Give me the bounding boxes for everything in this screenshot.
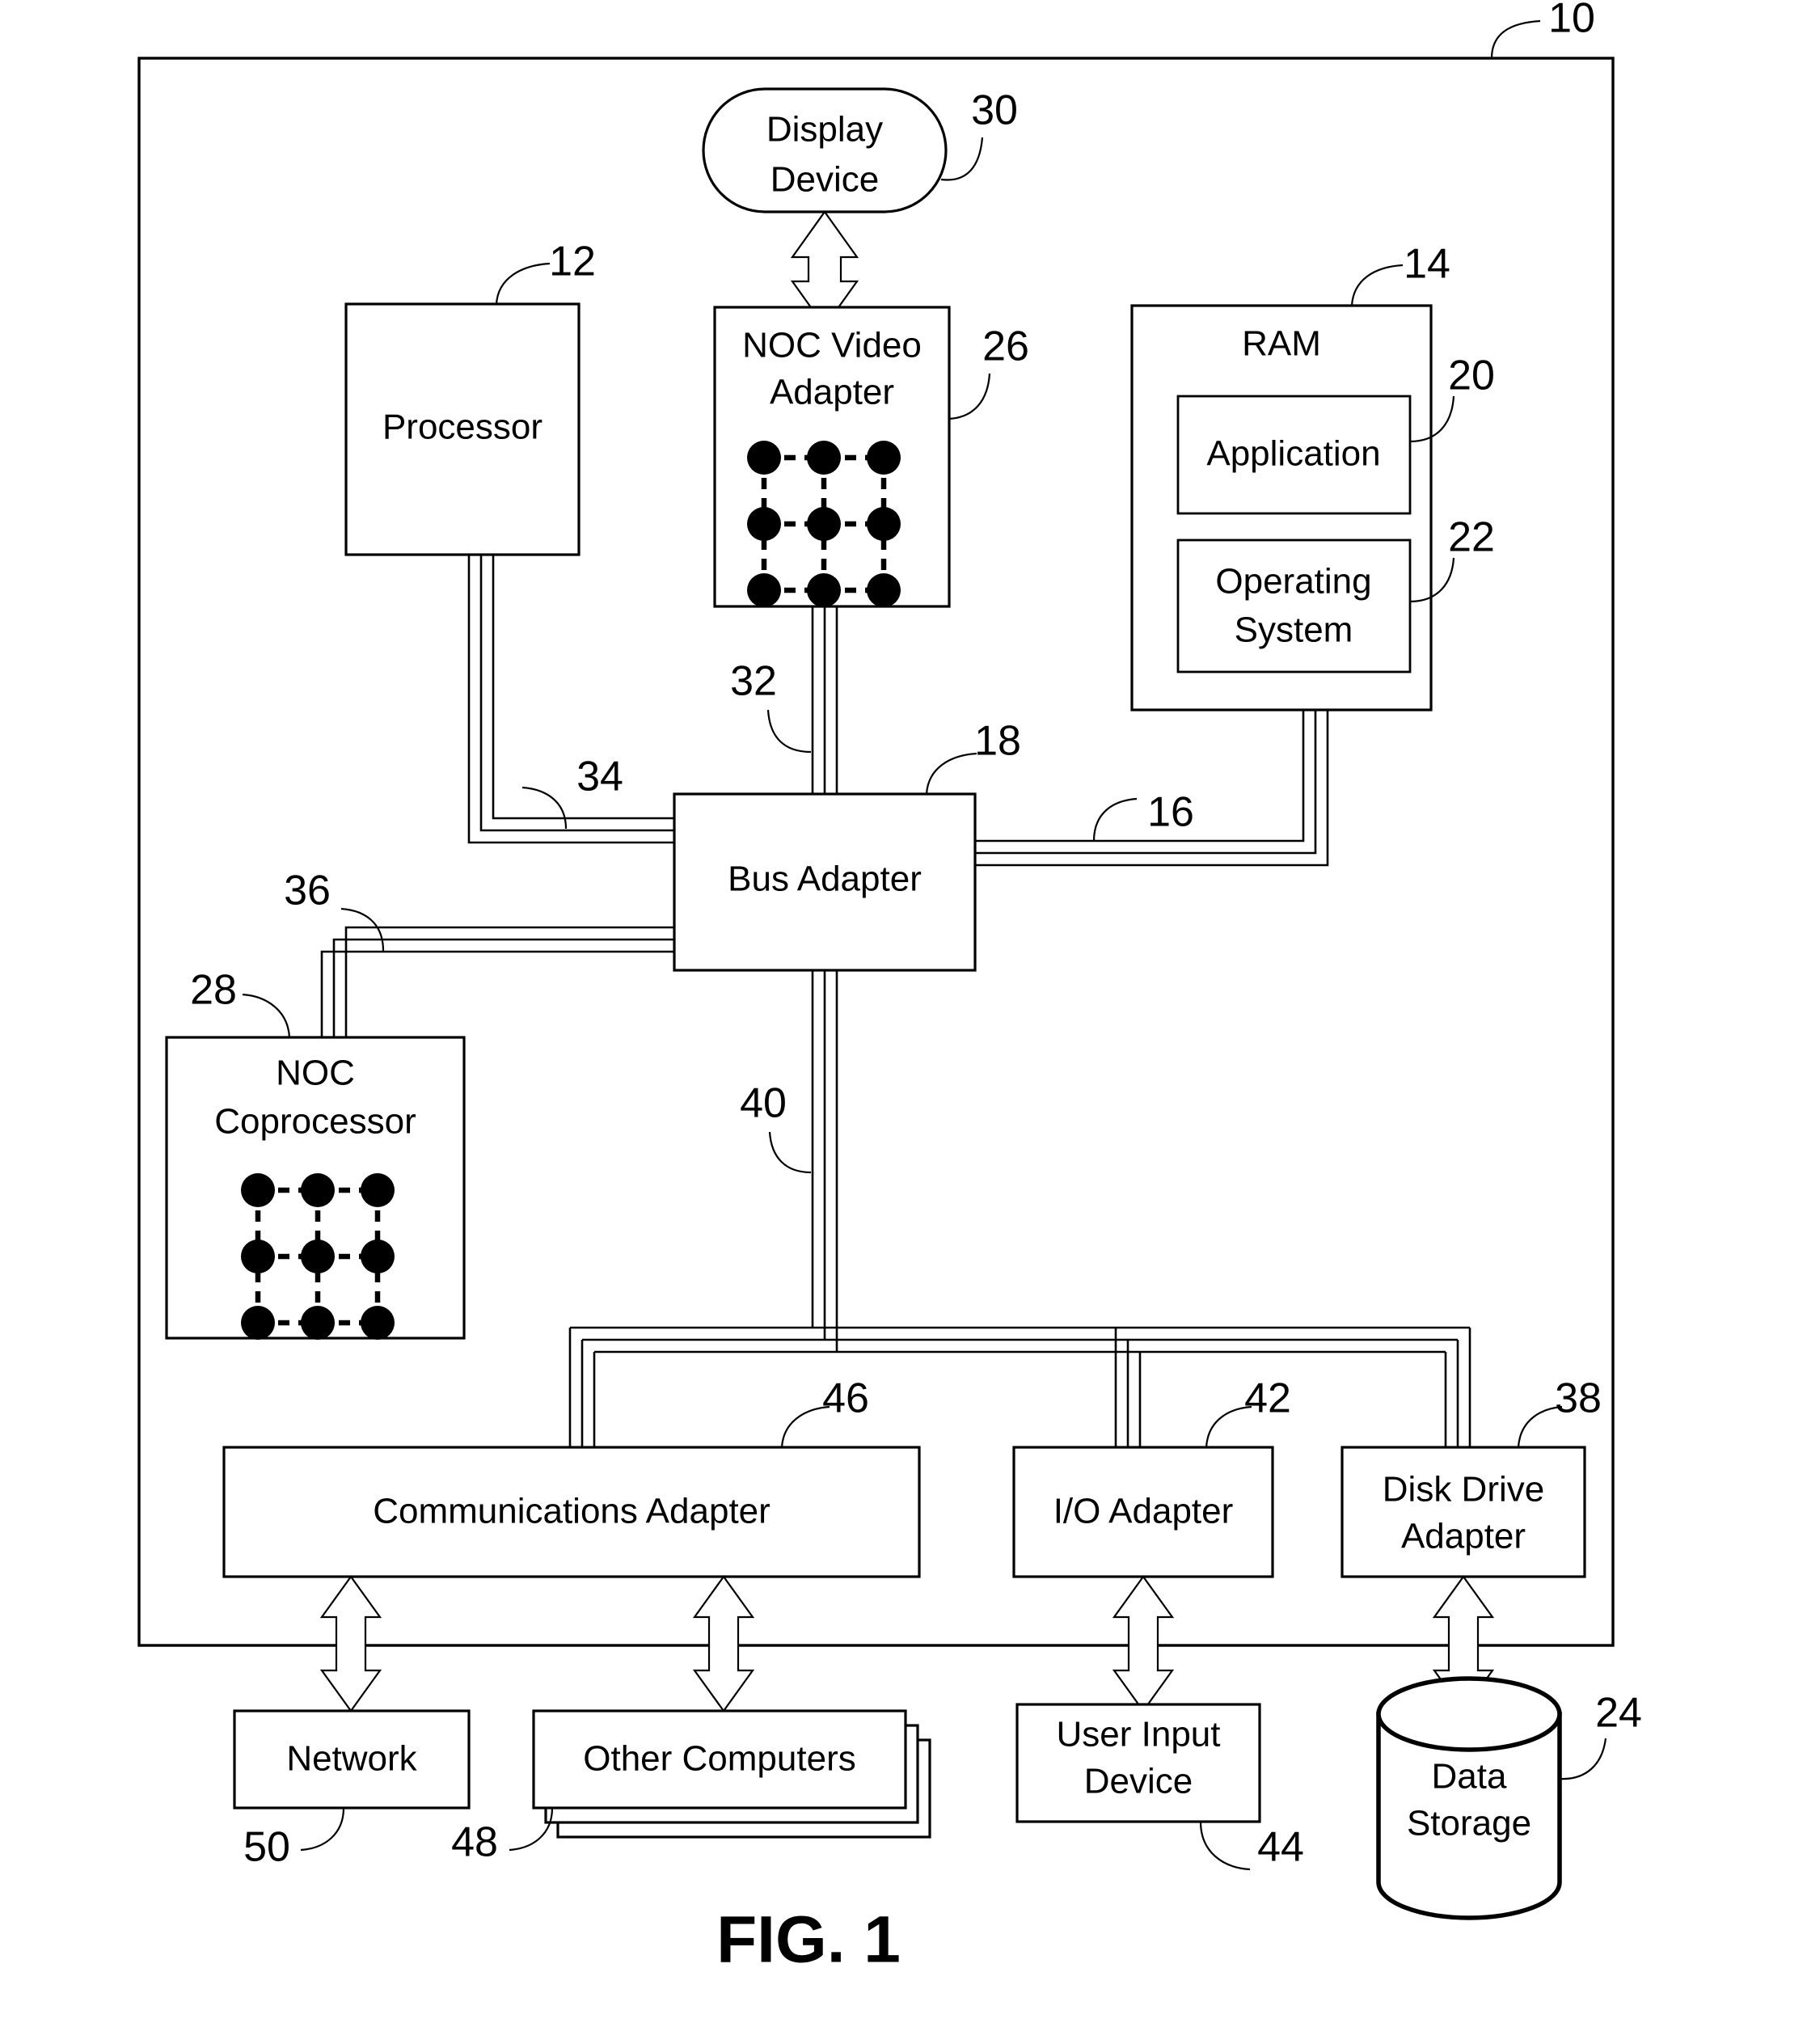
ref-42: 42 [1244, 1375, 1291, 1422]
io-to-user-input-arrow [1112, 1575, 1175, 1712]
noc-video-mesh-icon [747, 441, 901, 607]
leader-28 [242, 993, 291, 1038]
display-device-label-line2: Device [771, 160, 880, 200]
noc-coprocessor-label-line1: NOC [276, 1054, 355, 1093]
ref-28: 28 [190, 967, 237, 1014]
operating-system-label-line2: System [1235, 610, 1353, 650]
ref-10: 10 [1548, 0, 1595, 42]
leader-36 [340, 907, 385, 952]
data-storage-cylinder [1376, 1676, 1562, 1920]
bus-adapter-label: Bus Adapter [728, 859, 922, 899]
comm-to-other-computers-arrow [692, 1575, 755, 1712]
noc-video-adapter-label-line1: NOC Video [742, 326, 922, 365]
other-computers-label: Other Computers [583, 1739, 855, 1779]
leader-30 [940, 137, 984, 181]
leader-18 [925, 752, 977, 795]
leader-44 [1199, 1821, 1251, 1871]
ref-18: 18 [974, 718, 1021, 765]
leader-16 [1092, 797, 1138, 842]
ref-34: 34 [576, 754, 623, 800]
disk-drive-adapter-box [1340, 1446, 1586, 1578]
processor-label: Processor [382, 408, 543, 447]
ref-50: 50 [243, 1824, 290, 1871]
ref-16: 16 [1147, 789, 1194, 836]
leader-40 [768, 1131, 812, 1174]
leader-14 [1350, 264, 1404, 306]
ref-38: 38 [1555, 1375, 1602, 1422]
application-label: Application [1206, 434, 1380, 474]
network-label: Network [286, 1739, 417, 1779]
bus-34-frontside [467, 555, 674, 844]
user-input-device-label-line2: Device [1084, 1762, 1193, 1801]
bus-36-coprocessor [320, 926, 674, 1037]
leader-50 [300, 1807, 345, 1852]
leader-34 [521, 786, 568, 830]
leader-12 [495, 262, 551, 305]
ram-label: RAM [1242, 324, 1321, 364]
operating-system-box [1176, 538, 1412, 674]
leader-10 [1490, 19, 1541, 59]
noc-coprocessor-mesh-icon [241, 1173, 395, 1340]
ref-20: 20 [1448, 353, 1495, 399]
ref-32: 32 [730, 658, 777, 705]
bus-32-video [811, 606, 838, 794]
figure-caption: FIG. 1 [716, 1903, 901, 1977]
leader-26 [948, 373, 991, 420]
operating-system-label-line1: Operating [1215, 562, 1371, 602]
display-device-label-line1: Display [766, 110, 883, 150]
ref-44: 44 [1257, 1824, 1304, 1871]
user-input-device-label-line1: User Input [1057, 1715, 1221, 1755]
ref-46: 46 [822, 1375, 869, 1422]
data-storage-label-line2: Storage [1407, 1804, 1531, 1843]
ref-48: 48 [451, 1819, 498, 1866]
data-storage-label-line1: Data [1432, 1757, 1507, 1797]
disk-drive-adapter-label-line1: Disk Drive [1383, 1470, 1544, 1510]
ref-22: 22 [1448, 514, 1495, 561]
bus-16-memory [975, 710, 1329, 867]
ref-40: 40 [740, 1080, 787, 1127]
ref-36: 36 [284, 868, 331, 914]
bus-40-expansion [568, 970, 1471, 1447]
noc-coprocessor-label-line2: Coprocessor [214, 1102, 416, 1142]
leader-24 [1558, 1738, 1607, 1780]
leader-32 [766, 709, 812, 754]
communications-adapter-label: Communications Adapter [373, 1492, 771, 1531]
ref-30: 30 [971, 87, 1018, 134]
patent-figure-root: 10 Display Device 30 Processor 12 NOC Vi… [0, 0, 1807, 2044]
noc-video-adapter-label-line2: Adapter [770, 373, 894, 412]
ref-12: 12 [549, 239, 596, 285]
ref-14: 14 [1404, 241, 1450, 288]
io-adapter-label: I/O Adapter [1053, 1492, 1234, 1531]
disk-drive-adapter-label-line2: Adapter [1401, 1517, 1526, 1556]
comm-to-network-arrow [319, 1575, 382, 1712]
ref-24: 24 [1595, 1690, 1642, 1737]
ref-26: 26 [982, 323, 1029, 370]
